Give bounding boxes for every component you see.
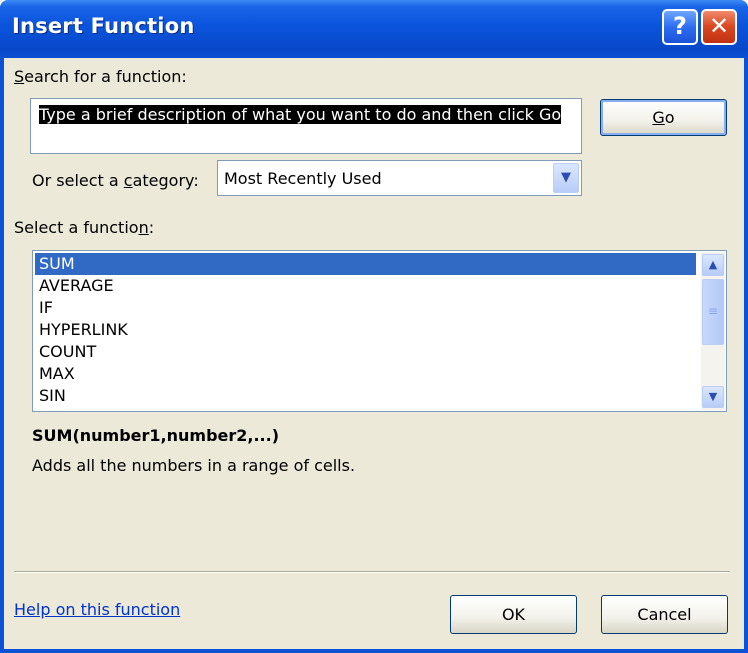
dialog-body: Search for a function: Type a brief desc…: [4, 58, 744, 649]
function-item-average[interactable]: AVERAGE: [35, 275, 696, 297]
function-item-sum[interactable]: SUM: [35, 253, 696, 275]
close-icon: ✕: [708, 12, 730, 40]
function-signature: SUM(number1,number2,...): [32, 426, 280, 445]
function-item-sin[interactable]: SIN: [35, 385, 696, 407]
function-list[interactable]: SUM AVERAGE IF HYPERLINK COUNT MAX SIN ▲…: [32, 250, 727, 412]
ok-button[interactable]: OK: [450, 595, 577, 634]
help-button[interactable]: ?: [662, 9, 698, 45]
close-button[interactable]: ✕: [701, 9, 737, 45]
grip-icon: ≡: [707, 304, 719, 318]
category-value: Most Recently Used: [224, 169, 382, 188]
cancel-button[interactable]: Cancel: [601, 595, 728, 634]
chevron-down-icon: ▼: [561, 170, 571, 185]
go-button[interactable]: Go: [600, 99, 727, 136]
chevron-up-icon: ▲: [708, 258, 718, 271]
chevron-down-icon: ▼: [708, 390, 718, 403]
search-input[interactable]: Type a brief description of what you wan…: [30, 98, 582, 154]
category-label: Or select a category:: [32, 171, 199, 190]
insert-function-dialog: Insert Function ? ✕ Search for a functio…: [0, 0, 748, 653]
function-list-label: Select a function:: [14, 218, 155, 237]
function-item-count[interactable]: COUNT: [35, 341, 696, 363]
category-dropdown-button[interactable]: ▼: [553, 163, 579, 193]
footer-divider: [14, 571, 730, 573]
function-item-if[interactable]: IF: [35, 297, 696, 319]
search-label: Search for a function:: [14, 67, 187, 86]
function-list-scrollbar[interactable]: ▲ ≡ ▼: [701, 252, 725, 410]
function-item-max[interactable]: MAX: [35, 363, 696, 385]
function-description: Adds all the numbers in a range of cells…: [32, 456, 356, 475]
category-select[interactable]: Most Recently Used ▼: [217, 160, 582, 196]
scroll-down-button[interactable]: ▼: [702, 386, 724, 408]
search-text: Type a brief description of what you wan…: [39, 105, 562, 124]
scroll-thumb[interactable]: ≡: [702, 279, 724, 345]
title-bar[interactable]: Insert Function ? ✕: [0, 0, 748, 58]
question-icon: ?: [673, 12, 687, 40]
scroll-up-button[interactable]: ▲: [702, 254, 724, 276]
function-item-hyperlink[interactable]: HYPERLINK: [35, 319, 696, 341]
dialog-title: Insert Function: [12, 14, 195, 38]
help-on-function-link[interactable]: Help on this function: [14, 600, 180, 619]
